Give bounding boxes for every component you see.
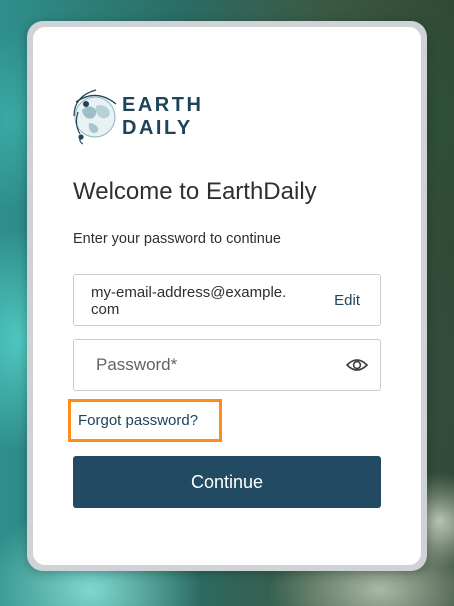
earth-globe-icon [73, 89, 117, 145]
email-display-field: my-email-address@example.com Edit [73, 274, 381, 326]
earthdaily-logo: EARTH DAILY [72, 86, 212, 148]
logo-line-1: EARTH [122, 94, 204, 116]
email-value: my-email-address@example.com [91, 284, 287, 318]
continue-button[interactable]: Continue [73, 456, 381, 508]
logo-wordmark: EARTH DAILY [122, 94, 203, 140]
password-input[interactable] [75, 341, 335, 389]
page-subtitle: Enter your password to continue [73, 231, 281, 247]
forgot-password-highlight: Forgot password? [68, 399, 222, 442]
logo-line-2: DAILY [122, 117, 193, 139]
page-title: Welcome to EarthDaily [73, 178, 317, 205]
forgot-password-link[interactable]: Forgot password? [78, 412, 198, 429]
password-field[interactable] [73, 339, 381, 391]
eye-icon[interactable] [346, 356, 368, 374]
edit-email-link[interactable]: Edit [334, 292, 360, 309]
